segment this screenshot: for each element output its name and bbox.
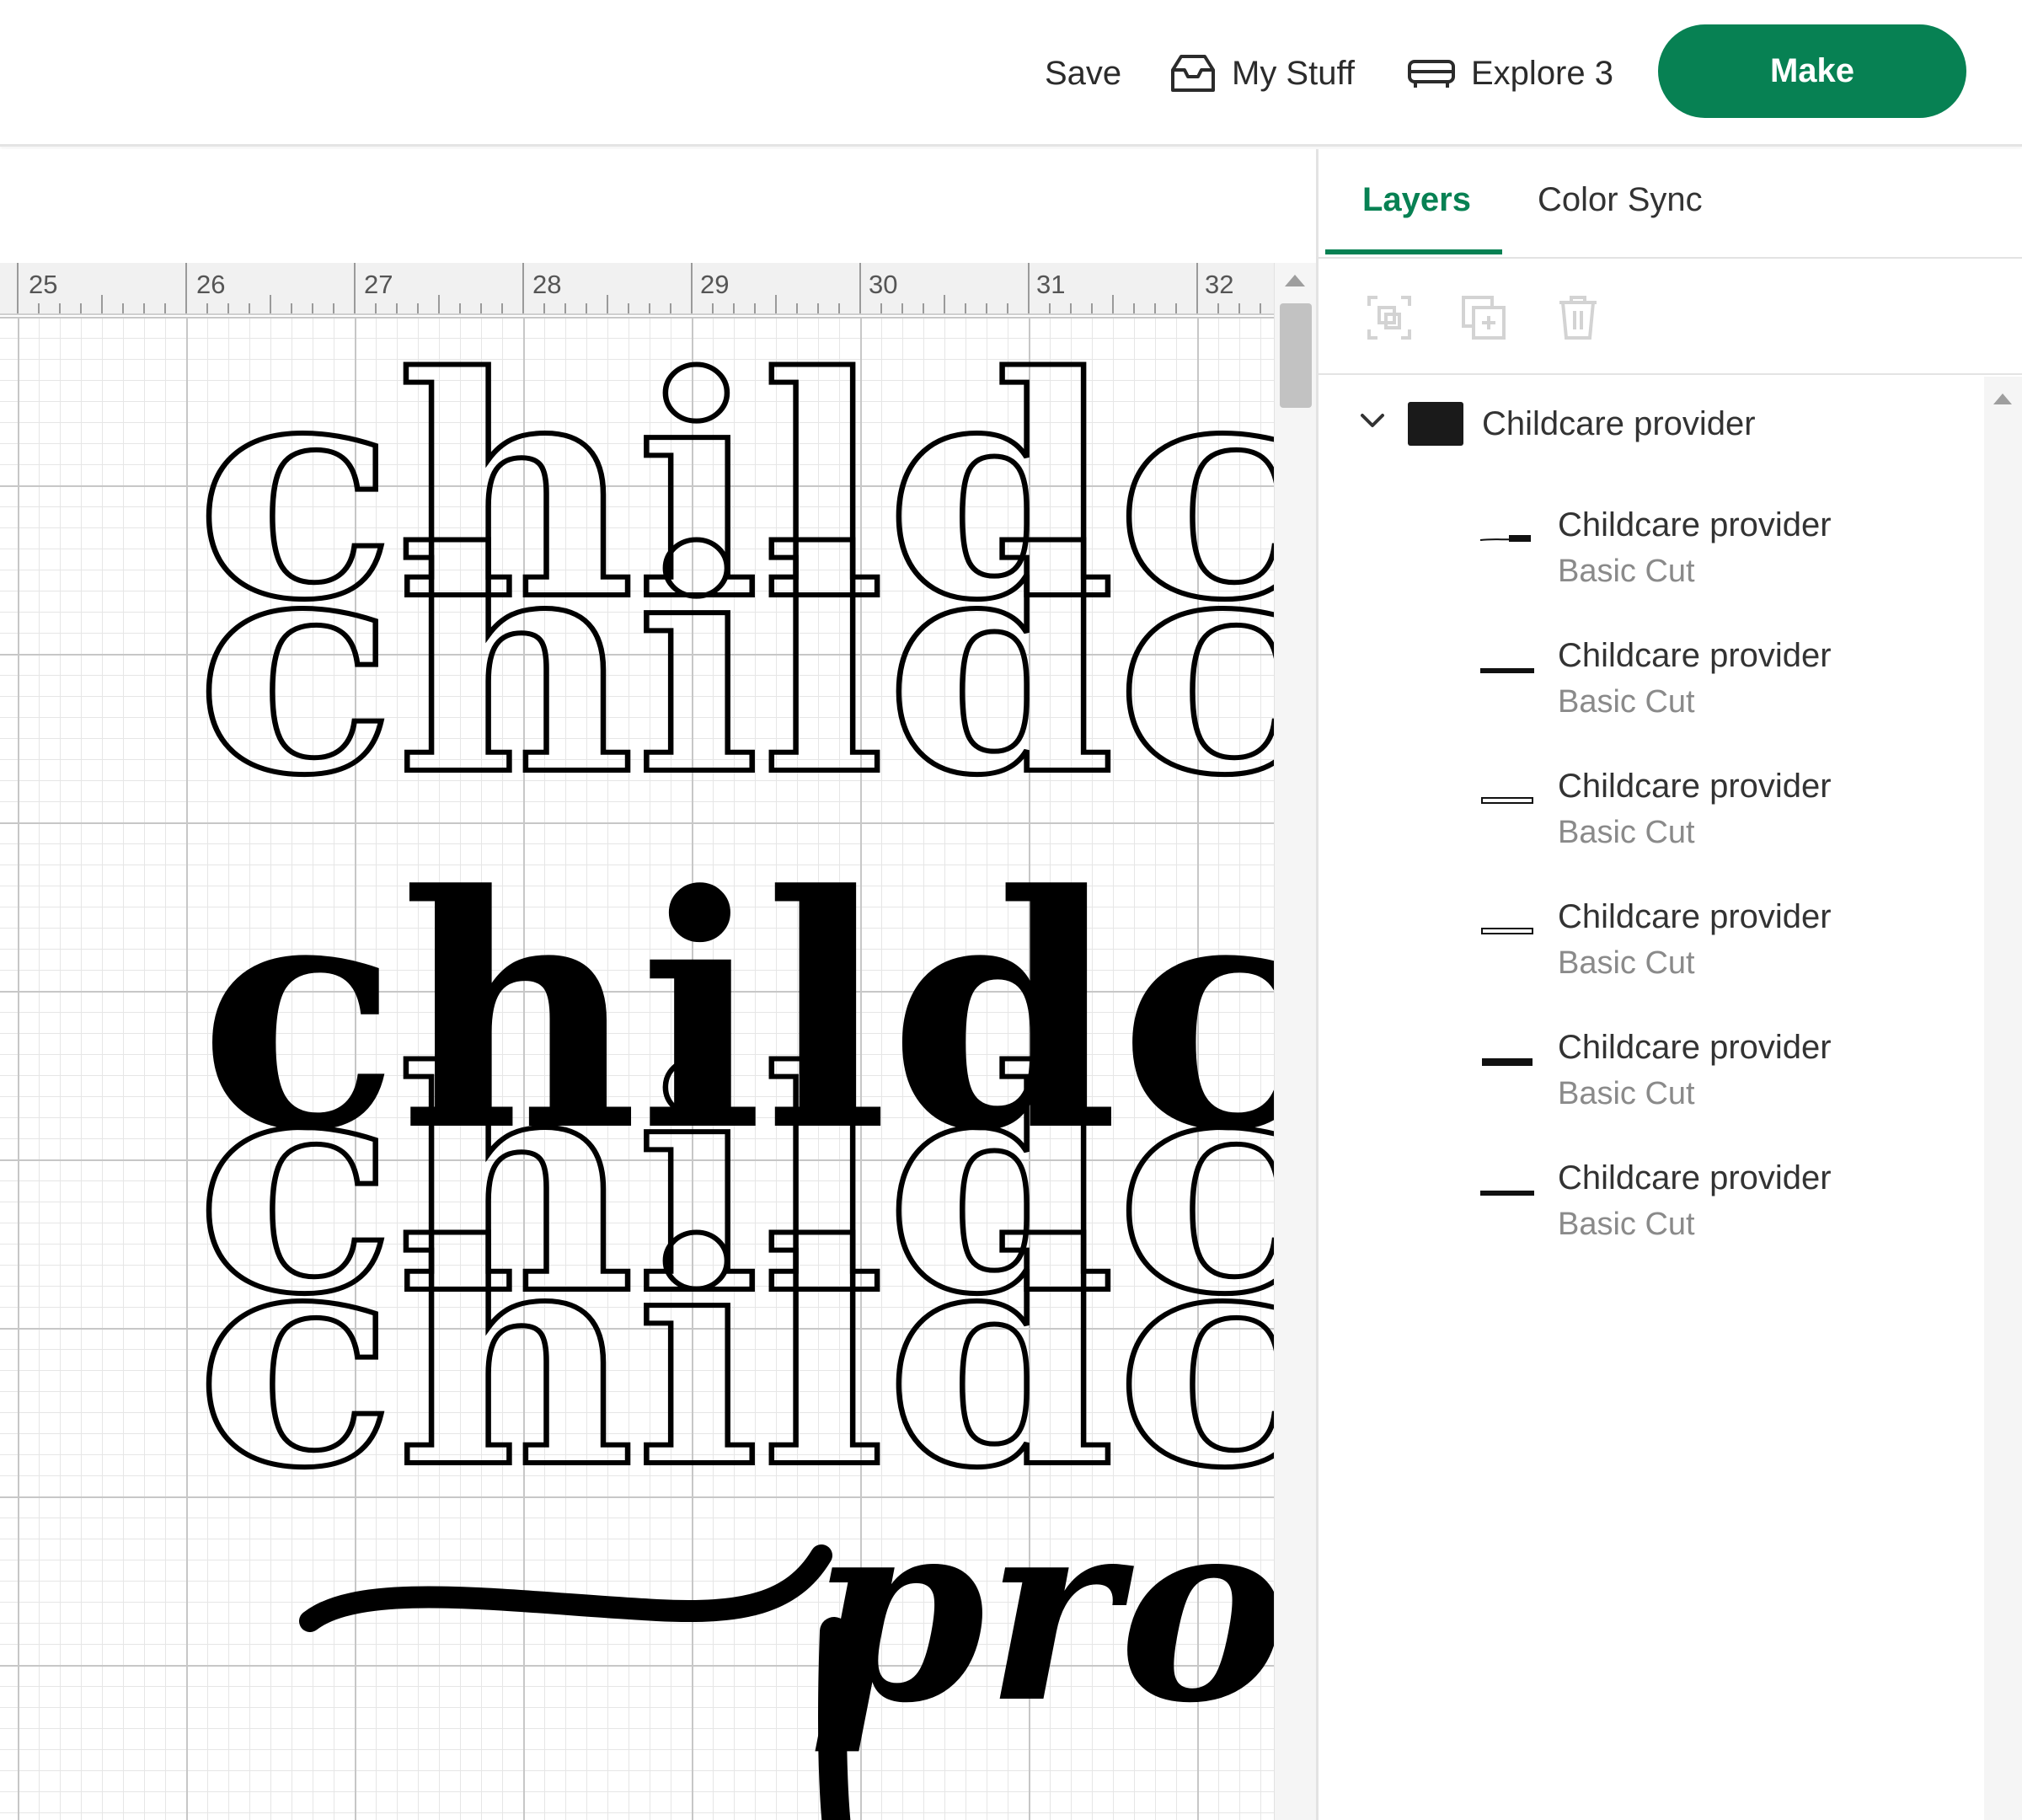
layer-type: Basic Cut <box>1558 684 1695 720</box>
ruler-label: 32 <box>1205 270 1234 299</box>
layer-thumbnail <box>1481 928 1533 934</box>
ruler-label: 25 <box>29 270 58 299</box>
ruler-label: 26 <box>196 270 226 299</box>
layers-panel: Layers Color Sync Childcare provider Chi… <box>1316 149 2022 1820</box>
layer-thumbnail <box>1482 1058 1533 1066</box>
layer-row[interactable]: Childcare provider Basic Cut <box>1319 880 1984 1006</box>
design-canvas-area[interactable]: 25 26 27 28 29 30 31 32 childc childc ch… <box>0 149 1316 1820</box>
group-icon[interactable] <box>1364 292 1415 343</box>
layer-thumbnail <box>1479 535 1531 542</box>
cutting-machine-icon <box>1408 60 1455 88</box>
layer-type: Basic Cut <box>1558 815 1695 850</box>
layer-type: Basic Cut <box>1558 554 1695 589</box>
inbox-icon <box>1171 55 1215 92</box>
layer-row[interactable]: Childcare provider Basic Cut <box>1319 618 1984 745</box>
layers-scrollbar[interactable] <box>1984 377 2022 1820</box>
layer-name: Childcare provider <box>1558 637 1832 674</box>
script-swash[interactable] <box>299 1544 832 1632</box>
layer-thumbnail <box>1481 797 1533 804</box>
canvas-vertical-scrollbar[interactable] <box>1274 263 1316 1820</box>
layer-group-row[interactable]: Childcare provider <box>1319 377 1984 486</box>
layer-row[interactable]: Childcare provider Basic Cut <box>1319 1010 1984 1137</box>
layer-thumbnail <box>1480 1191 1534 1196</box>
outline-word-2[interactable]: childc <box>193 483 1274 844</box>
script-descender[interactable] <box>818 1617 851 1820</box>
panel-tabs: Layers Color Sync <box>1319 149 2022 259</box>
top-header: Save My Stuff Explore 3 Make <box>0 0 2022 147</box>
my-stuff-label: My Stuff <box>1232 54 1355 92</box>
script-word[interactable]: prov <box>809 1461 1274 1758</box>
solid-word[interactable]: childc <box>199 825 1274 1202</box>
layer-name: Childcare provider <box>1558 1029 1832 1066</box>
ruler-label: 28 <box>532 270 562 299</box>
layer-row[interactable]: Childcare provider Basic Cut <box>1319 1141 1984 1267</box>
make-button[interactable]: Make <box>1658 24 1966 118</box>
layer-name: Childcare provider <box>1558 768 1832 805</box>
horizontal-ruler: 25 26 27 28 29 30 31 32 <box>0 263 1274 315</box>
chevron-down-icon[interactable] <box>1357 409 1388 434</box>
cutting-mat-grid[interactable]: childc childc childc childc childc prov <box>0 317 1274 1820</box>
ruler-label: 27 <box>364 270 393 299</box>
tab-layers[interactable]: Layers <box>1362 181 1471 219</box>
machine-selector-button[interactable]: Explore 3 <box>1407 44 1613 103</box>
scroll-up-arrow-icon[interactable] <box>1285 275 1305 286</box>
layer-type: Basic Cut <box>1558 945 1695 981</box>
layer-type: Basic Cut <box>1558 1076 1695 1111</box>
layers-list: Childcare provider Childcare provider Ba… <box>1319 377 1984 1820</box>
design-artwork[interactable]: childc childc childc childc childc prov <box>0 317 1274 1820</box>
scroll-up-arrow-icon[interactable] <box>1993 393 2012 404</box>
ruler-label: 29 <box>700 270 730 299</box>
duplicate-icon[interactable] <box>1458 292 1509 343</box>
my-stuff-button[interactable]: My Stuff <box>1169 44 1355 103</box>
active-tab-indicator <box>1325 249 1502 254</box>
layer-row[interactable]: Childcare provider Basic Cut <box>1319 488 1984 614</box>
ruler-label: 30 <box>869 270 898 299</box>
layer-type: Basic Cut <box>1558 1207 1695 1242</box>
layer-thumbnail <box>1480 668 1534 673</box>
layer-name: Childcare provider <box>1558 506 1832 543</box>
machine-label: Explore 3 <box>1471 54 1613 92</box>
save-button[interactable]: Save <box>1045 44 1121 103</box>
delete-icon[interactable] <box>1553 292 1603 343</box>
tab-color-sync[interactable]: Color Sync <box>1538 181 1703 219</box>
layer-row[interactable]: Childcare provider Basic Cut <box>1319 749 1984 875</box>
ruler-label: 31 <box>1036 270 1066 299</box>
make-label: Make <box>1769 52 1855 89</box>
layer-name: Childcare provider <box>1558 1159 1832 1196</box>
layer-name: Childcare provider <box>1558 898 1832 935</box>
group-thumbnail <box>1408 402 1463 446</box>
scrollbar-thumb[interactable] <box>1280 303 1312 408</box>
ruler-ticks <box>17 263 1261 313</box>
layer-tools <box>1319 259 2022 375</box>
save-label: Save <box>1045 54 1122 92</box>
group-label: Childcare provider <box>1482 405 1756 442</box>
